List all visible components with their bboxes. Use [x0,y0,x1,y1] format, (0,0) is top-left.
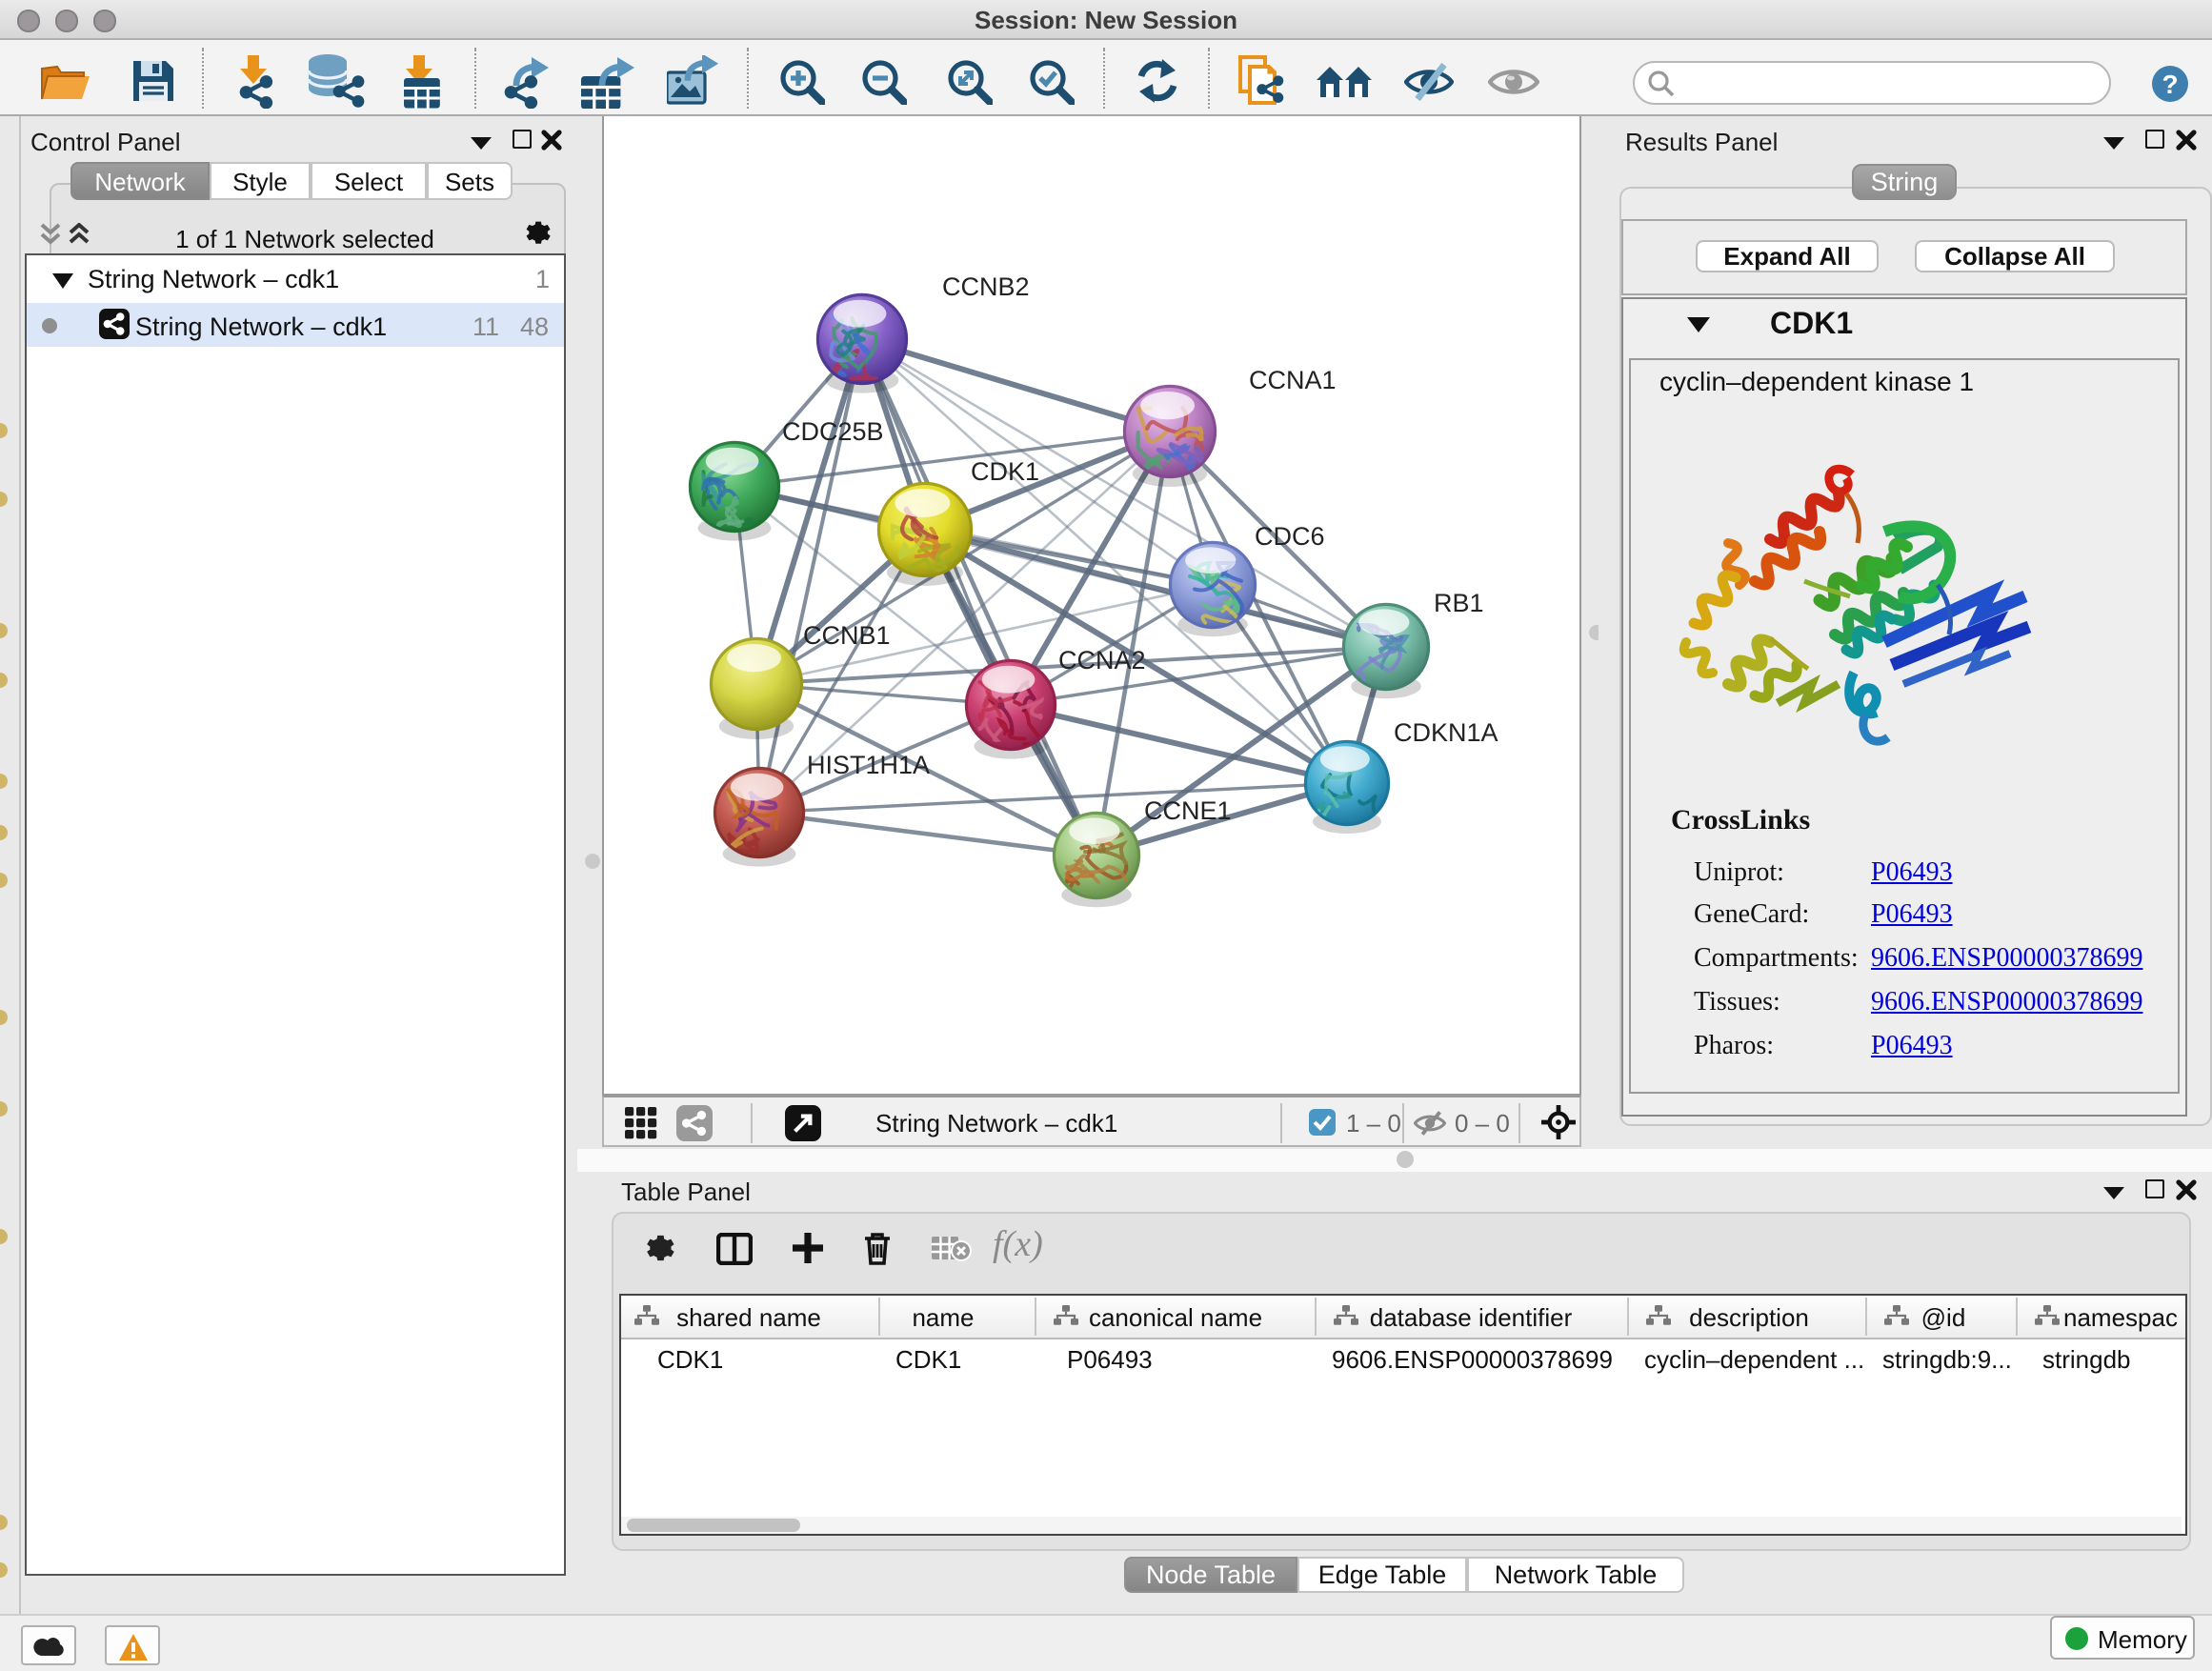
svg-text:CCNB1: CCNB1 [802,621,890,650]
svg-text:RB1: RB1 [1433,589,1483,617]
svg-text:HIST1H1A: HIST1H1A [806,751,929,779]
svg-text:?: ? [2162,70,2178,99]
svg-text:CCNA2: CCNA2 [1057,646,1145,674]
svg-text:CDC25B: CDC25B [781,417,883,446]
svg-text:CDC6: CDC6 [1254,522,1324,551]
svg-text:CDKN1A: CDKN1A [1393,718,1498,747]
svg-text:CCNE1: CCNE1 [1143,796,1231,825]
svg-text:CCNB2: CCNB2 [941,272,1029,301]
svg-text:CDK1: CDK1 [970,457,1038,486]
svg-text:CCNA1: CCNA1 [1248,366,1336,394]
